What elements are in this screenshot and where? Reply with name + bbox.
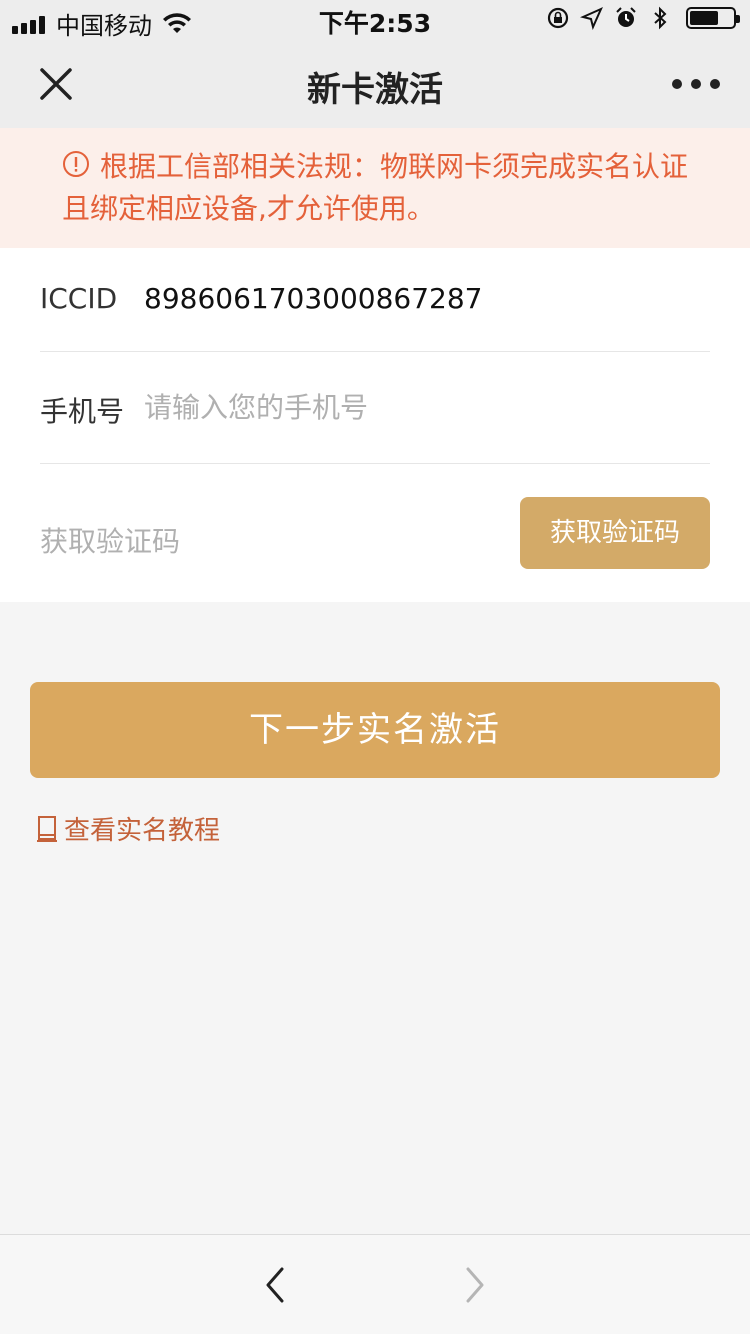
nav-bar: 新卡激活	[0, 40, 750, 128]
chevron-left-icon[interactable]	[256, 1265, 296, 1305]
rotation-lock-icon	[547, 7, 569, 29]
notice-text: 根据工信部相关法规：物联网卡须完成实名认证且绑定相应设备,才允许使用。	[62, 150, 689, 225]
page-title: 新卡激活	[307, 70, 443, 110]
document-icon	[37, 815, 57, 842]
verification-code-input[interactable]	[40, 516, 440, 566]
tutorial-link-label: 查看实名教程	[64, 816, 221, 846]
battery-icon	[686, 7, 740, 29]
phone-row: 手机号	[40, 352, 710, 464]
next-step-button[interactable]: 下一步实名激活	[30, 682, 720, 778]
status-right	[536, 6, 740, 30]
activation-form: ICCID 89860617030008672​87 手机号 获取验证码	[0, 248, 750, 602]
code-row: 获取验证码	[40, 464, 710, 602]
iccid-value: 89860617030008672​87	[144, 282, 483, 315]
get-code-button[interactable]: 获取验证码	[520, 497, 710, 569]
tutorial-link[interactable]: 查看实名教程	[36, 810, 220, 847]
iccid-label: ICCID	[40, 282, 118, 315]
exclamation-circle-icon	[63, 151, 89, 177]
phone-label: 手机号	[40, 395, 125, 428]
notice-banner: 根据工信部相关法规：物联网卡须完成实名认证且绑定相应设备,才允许使用。	[0, 128, 750, 248]
alarm-icon	[616, 7, 636, 27]
bluetooth-icon	[654, 6, 667, 30]
more-icon[interactable]	[672, 76, 720, 92]
iccid-row: ICCID 89860617030008672​87	[40, 248, 710, 352]
chevron-right-icon[interactable]	[454, 1265, 494, 1305]
bottom-toolbar	[0, 1234, 750, 1334]
phone-input[interactable]	[144, 382, 704, 432]
location-icon	[580, 7, 603, 30]
page: 中国移动 下午2:53 新卡激活 根据工信部相关法规：物联网卡须完成实名认证且绑…	[0, 0, 750, 1334]
status-bar: 中国移动 下午2:53	[0, 0, 750, 40]
